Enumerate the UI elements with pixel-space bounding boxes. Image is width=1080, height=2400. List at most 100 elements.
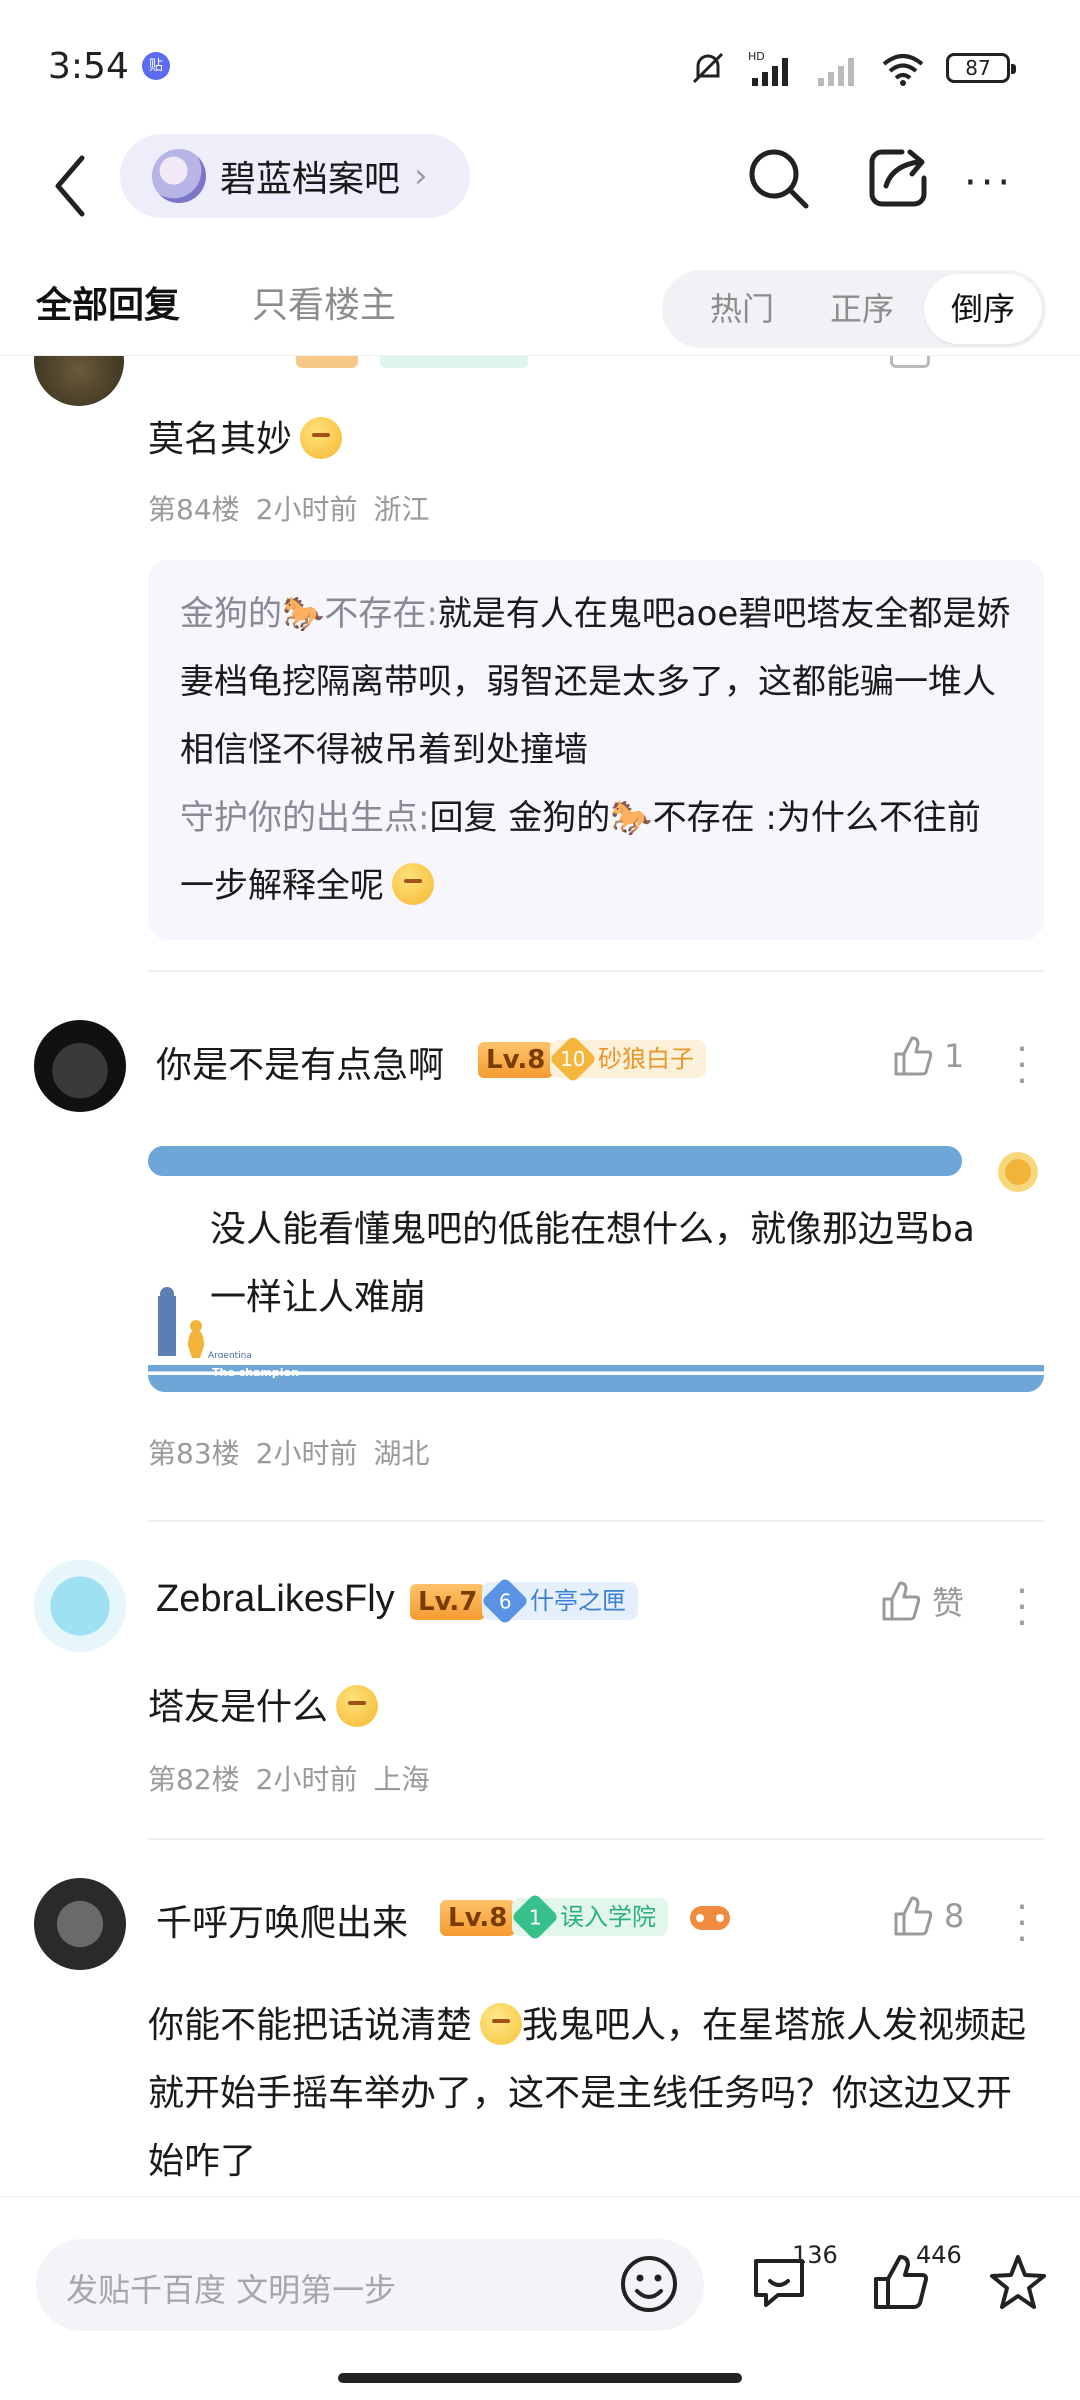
comment-count: 136 (792, 2241, 838, 2269)
star-icon[interactable] (986, 2251, 1050, 2315)
username[interactable]: 你是不是有点急啊 (156, 1036, 444, 1088)
post-text-content: 莫名其妙 (148, 419, 293, 460)
sun-of-may-icon (998, 1152, 1038, 1192)
bubble-frame: 没人能看懂鬼吧的低能在想什么，就像那边骂ba一样让人难崩 Argentina 1… (148, 1146, 1044, 1396)
title-badge (380, 356, 528, 368)
sub-reply: 金狗的🐎不存在:就是有人在鬼吧aoe碧吧塔友全都是娇妻档龟挖隔离带呗，弱智还是太… (180, 580, 1012, 784)
like-count: 8 (944, 1897, 965, 1935)
more-icon[interactable]: ··· (964, 160, 1024, 206)
kebab-menu-icon[interactable]: · · · (1012, 1574, 1032, 1642)
bottom-bar: 发贴千百度 文明第一步 136 446 (0, 2196, 1080, 2400)
thinking-emoji-icon (392, 863, 434, 905)
top-nav: 碧蓝档案吧 › ··· (0, 130, 1080, 250)
title-badge: 6 什亭之匣 (480, 1576, 638, 1626)
gamepad-icon (690, 1906, 730, 1930)
forum-name: 碧蓝档案吧 (220, 159, 401, 200)
bubble-caption: The champion (212, 1366, 299, 1379)
level-badge: Lv.8 (440, 1900, 516, 1936)
tab-all-replies[interactable]: 全部回复 (36, 276, 180, 328)
post-text-content: 塔友是什么 (148, 1687, 329, 1728)
floor-number: 第84楼 (148, 493, 240, 526)
post-location: 湖北 (373, 1437, 430, 1470)
relieved-emoji-icon (480, 2003, 523, 2045)
title-level-icon: 6 (480, 1576, 530, 1626)
kebab-menu-icon[interactable]: · · · (1012, 1890, 1032, 1958)
avatar[interactable] (34, 1020, 126, 1112)
username[interactable]: ZebraLikesFly (156, 1578, 395, 1621)
back-icon[interactable] (40, 148, 100, 224)
level-badge (296, 356, 358, 368)
status-bar: 3:54 贴 HD 87 (0, 0, 1080, 130)
thumbs-up-icon (894, 1896, 933, 1936)
reply-input[interactable]: 发贴千百度 文明第一步 (36, 2239, 704, 2331)
sub-reply-box[interactable]: 金狗的🐎不存在:就是有人在鬼吧aoe碧吧塔友全都是娇妻档龟挖隔离带呗，弱智还是太… (148, 560, 1044, 940)
sub-reply-author[interactable]: 金狗的🐎不存在: (180, 594, 438, 634)
home-indicator[interactable] (338, 2373, 742, 2383)
thinking-emoji-icon (300, 417, 343, 459)
sub-reply: 守护你的出生点:回复 金狗的🐎不存在 :为什么不往前一步解释全呢 (180, 784, 1012, 920)
thinking-emoji-icon (336, 1685, 379, 1727)
level-badge: Lv.7 (410, 1584, 486, 1620)
sort-descending[interactable]: 倒序 (924, 274, 1042, 344)
divider (148, 1838, 1044, 1840)
signal-icon (818, 58, 854, 86)
like-button[interactable]: 1 (890, 1034, 964, 1078)
sub-reply-author[interactable]: 守护你的出生点: (180, 798, 429, 838)
forum-avatar (152, 149, 206, 203)
like-button[interactable]: 赞 (878, 1578, 964, 1624)
title-level-icon: 10 (548, 1034, 598, 1084)
title-badge: 1 误入学院 (510, 1892, 668, 1942)
post-text: 你能不能把话说清楚 我鬼吧人，在星塔旅人发视频起就开始手摇车举办了，这不是主线任务… (148, 1992, 1044, 2196)
post-location: 浙江 (373, 493, 430, 526)
post-location: 上海 (373, 1763, 430, 1796)
status-time: 3:54 (48, 46, 129, 87)
mute-icon (692, 52, 724, 84)
emoji-icon[interactable] (618, 2253, 680, 2315)
title-name: 什亭之匣 (530, 1587, 626, 1615)
search-icon[interactable] (742, 142, 814, 214)
post-text: 塔友是什么 (148, 1674, 379, 1742)
avatar[interactable] (34, 1560, 126, 1652)
avatar[interactable] (34, 1878, 126, 1970)
forum-pill[interactable]: 碧蓝档案吧 › (120, 134, 470, 218)
bubble-stripe (148, 1146, 962, 1176)
post-text: 没人能看懂鬼吧的低能在想什么，就像那边骂ba一样让人难崩 (210, 1209, 975, 1318)
title-name: 砂狼白子 (598, 1045, 694, 1073)
post-meta: 第83楼 2小时前 湖北 (148, 1432, 445, 1472)
divider (148, 970, 1044, 972)
chevron-right-icon: › (414, 156, 428, 196)
sort-ascending[interactable]: 正序 (812, 270, 912, 348)
sort-toggle: 热门 正序 倒序 (662, 270, 1046, 348)
svg-text:HD: HD (748, 50, 765, 63)
reply-feed[interactable]: 莫名其妙 第84楼 2小时前 浙江 金狗的🐎不存在:就是有人在鬼吧aoe碧吧塔友全都… (0, 356, 1080, 2196)
floor-number: 第82楼 (148, 1763, 240, 1796)
thumbs-up-icon (894, 1036, 933, 1076)
post-text-content: 你能不能把话说清楚 (148, 2005, 473, 2046)
post-meta: 第84楼 2小时前 浙江 (148, 488, 445, 528)
reply-placeholder: 发贴千百度 文明第一步 (66, 2271, 397, 2309)
kebab-menu-icon[interactable]: · · · (1012, 1032, 1032, 1100)
post-time: 2小时前 (255, 493, 358, 526)
post-time: 2小时前 (255, 1437, 358, 1470)
like-count: 1 (944, 1037, 965, 1075)
divider (148, 1520, 1044, 1522)
like-label: 赞 (932, 1584, 965, 1622)
avatar[interactable] (34, 356, 124, 406)
wifi-icon (882, 54, 924, 86)
thumbs-up-icon (882, 1581, 921, 1621)
title-badge: 10 砂狼白子 (548, 1034, 706, 1084)
tieba-notification-icon: 贴 (142, 52, 170, 80)
sort-hot[interactable]: 热门 (692, 270, 792, 348)
tab-only-op[interactable]: 只看楼主 (252, 276, 396, 328)
post-time: 2小时前 (255, 1763, 358, 1796)
like-icon[interactable] (890, 356, 930, 368)
title-level-icon: 1 (510, 1892, 560, 1942)
username[interactable]: 千呼万唤爬出来 (156, 1894, 408, 1946)
hd-signal-icon: HD (748, 50, 788, 86)
like-button[interactable]: 8 (890, 1894, 964, 1938)
post-meta: 第82楼 2小时前 上海 (148, 1758, 445, 1798)
title-name: 误入学院 (560, 1903, 656, 1931)
filter-bar: 全部回复 只看楼主 热门 正序 倒序 (0, 250, 1080, 356)
floor-number: 第83楼 (148, 1437, 240, 1470)
share-icon[interactable] (862, 142, 934, 214)
